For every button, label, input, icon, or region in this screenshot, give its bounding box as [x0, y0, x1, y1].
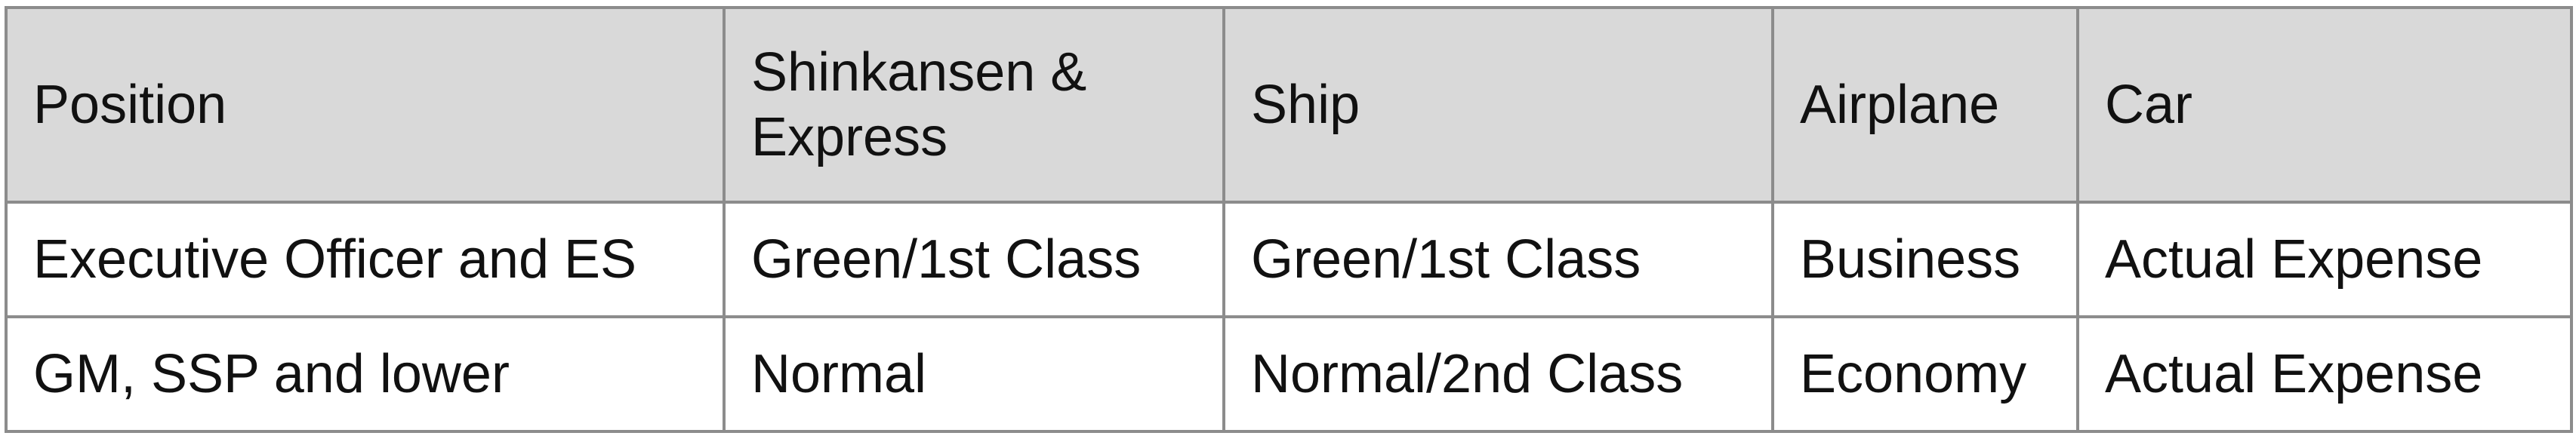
column-header-shinkansen-express: Shinkansen & Express — [723, 6, 1225, 204]
table-row: GM, SSP and lower Normal Normal/2nd Clas… — [5, 315, 2573, 433]
table-cell-ship: Green/1st Class — [1222, 201, 1774, 318]
header-row: Position Shinkansen & Express Ship Airpl… — [5, 6, 2573, 204]
column-header-car: Car — [2076, 6, 2573, 204]
table-row: Executive Officer and ES Green/1st Class… — [5, 201, 2573, 318]
table-cell-airplane: Economy — [1771, 315, 2079, 433]
column-header-airplane: Airplane — [1771, 6, 2079, 204]
table-body: Executive Officer and ES Green/1st Class… — [5, 201, 2573, 433]
table-cell-position: Executive Officer and ES — [5, 201, 726, 318]
table-header: Position Shinkansen & Express Ship Airpl… — [5, 6, 2573, 204]
table-cell-car: Actual Expense — [2076, 201, 2573, 318]
table-cell-ship: Normal/2nd Class — [1222, 315, 1774, 433]
column-header-ship: Ship — [1222, 6, 1774, 204]
table-cell-shinkansen-express: Green/1st Class — [723, 201, 1225, 318]
table-cell-position: GM, SSP and lower — [5, 315, 726, 433]
table-cell-airplane: Business — [1771, 201, 2079, 318]
travel-class-table: Position Shinkansen & Express Ship Airpl… — [5, 6, 2573, 433]
table-cell-shinkansen-express: Normal — [723, 315, 1225, 433]
table-cell-car: Actual Expense — [2076, 315, 2573, 433]
column-header-position: Position — [5, 6, 726, 204]
